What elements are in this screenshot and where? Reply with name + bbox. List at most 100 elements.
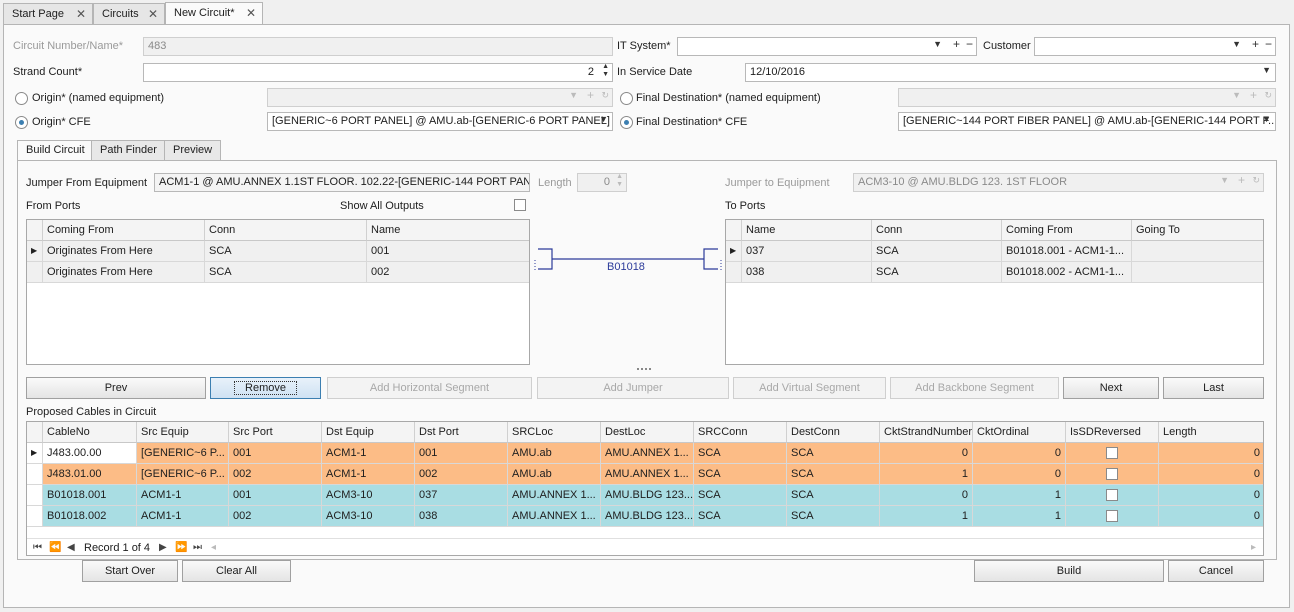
column-header[interactable]: Src Equip [137, 422, 229, 443]
jumper-to-select[interactable]: ACM3-10 @ AMU.BLDG 123. 1ST FLOOR ▼ + ↻ [853, 173, 1264, 192]
plus-icon[interactable]: + [1252, 38, 1259, 51]
table-cell[interactable]: ACM3-10 [322, 506, 415, 527]
table-cell[interactable]: J483.00.00 [43, 443, 137, 464]
destination-cfe-select[interactable]: [GENERIC~144 PORT FIBER PANEL] @ AMU.ab-… [898, 112, 1276, 131]
it-system-select[interactable]: ▼ + − [677, 37, 977, 56]
table-cell[interactable] [1132, 241, 1263, 262]
add-virtual-segment-button[interactable]: Add Virtual Segment [733, 377, 886, 399]
tab-start-page[interactable]: Start Page ✕ [3, 3, 93, 24]
table-row[interactable]: ▶ Originates From Here SCA 001 [27, 241, 529, 262]
column-header[interactable]: IsSDReversed [1066, 422, 1159, 443]
next-button[interactable]: Next [1063, 377, 1159, 399]
table-row[interactable]: 038 SCA B01018.002 - ACM1-1... [726, 262, 1263, 283]
table-cell[interactable]: AMU.ANNEX 1... [601, 464, 694, 485]
minus-icon[interactable]: − [1265, 38, 1272, 51]
tab-build-circuit[interactable]: Build Circuit [17, 140, 94, 161]
tab-preview[interactable]: Preview [164, 140, 222, 160]
table-row[interactable]: ▶ J483.00.00 [GENERIC~6 P... 001 ACM1-1 001 AM… [27, 443, 1263, 464]
table-cell[interactable]: [GENERIC~6 P... [137, 443, 229, 464]
column-header[interactable]: Conn [205, 220, 367, 241]
table-cell[interactable]: B01018.002 [43, 506, 137, 527]
table-cell[interactable]: 001 [367, 241, 529, 262]
table-cell[interactable]: B01018.002 - ACM1-1... [1002, 262, 1132, 283]
is-sd-reversed-checkbox[interactable] [1066, 506, 1159, 527]
is-sd-reversed-checkbox[interactable] [1066, 443, 1159, 464]
origin-named-select[interactable]: ▼ + ↻ [267, 88, 613, 107]
origin-cfe-select[interactable]: [GENERIC~6 PORT PANEL] @ AMU.ab-[GENERIC… [267, 112, 613, 131]
checkbox[interactable] [1106, 489, 1118, 502]
table-cell[interactable]: SCA [872, 262, 1002, 283]
table-cell[interactable]: AMU.BLDG 123... [601, 506, 694, 527]
table-cell[interactable]: B01018.001 - ACM1-1... [1002, 241, 1132, 262]
table-row[interactable]: Originates From Here SCA 002 [27, 262, 529, 283]
table-cell[interactable]: 037 [742, 241, 872, 262]
table-cell[interactable]: ACM1-1 [137, 485, 229, 506]
splitter-grip[interactable] [637, 368, 651, 370]
column-header[interactable]: CableNo [43, 422, 137, 443]
next-record-icon[interactable]: ▶ [159, 542, 167, 553]
table-cell[interactable]: 001 [415, 443, 508, 464]
in-service-date-picker[interactable]: 12/10/2016 ▼ [745, 63, 1276, 82]
column-header[interactable]: Conn [872, 220, 1002, 241]
is-sd-reversed-checkbox[interactable] [1066, 464, 1159, 485]
table-cell[interactable]: 0 [1159, 443, 1263, 464]
minus-icon[interactable]: − [966, 38, 973, 51]
checkbox[interactable] [1106, 510, 1118, 523]
table-cell[interactable]: SCA [694, 506, 787, 527]
scroll-right-icon[interactable]: ▸ [1251, 542, 1256, 553]
table-cell[interactable]: ACM1-1 [137, 506, 229, 527]
table-cell[interactable]: SCA [787, 506, 880, 527]
table-cell[interactable]: 1 [880, 506, 973, 527]
tab-path-finder[interactable]: Path Finder [91, 140, 166, 160]
build-button[interactable]: Build [974, 560, 1164, 582]
length-spinner[interactable]: 0 ▲ ▼ [577, 173, 627, 192]
last-record-icon[interactable]: ⏭ [193, 542, 202, 553]
connector-label[interactable]: B01018 [607, 261, 645, 273]
table-cell[interactable]: Originates From Here [43, 262, 205, 283]
table-cell[interactable]: 1 [973, 506, 1066, 527]
add-backbone-segment-button[interactable]: Add Backbone Segment [890, 377, 1059, 399]
table-cell[interactable]: J483.01.00 [43, 464, 137, 485]
column-header[interactable]: Going To [1132, 220, 1263, 241]
scroll-left-icon[interactable]: ◂ [211, 542, 216, 553]
table-cell[interactable]: 037 [415, 485, 508, 506]
last-button[interactable]: Last [1163, 377, 1264, 399]
table-cell[interactable]: 002 [415, 464, 508, 485]
start-over-button[interactable]: Start Over [82, 560, 178, 582]
prev-record-icon[interactable]: ◀ [67, 542, 75, 553]
table-cell[interactable]: AMU.BLDG 123... [601, 485, 694, 506]
close-icon[interactable]: ✕ [76, 7, 86, 21]
tab-circuits[interactable]: Circuits ✕ [93, 3, 165, 24]
table-cell[interactable]: 0 [1159, 485, 1263, 506]
jumper-from-field[interactable]: ACM1-1 @ AMU.ANNEX 1.1ST FLOOR. 102.22-[… [154, 173, 530, 192]
table-cell[interactable]: 001 [229, 485, 322, 506]
chevron-down-icon[interactable]: ▼ [1232, 39, 1241, 49]
table-cell[interactable]: SCA [205, 241, 367, 262]
table-cell[interactable]: AMU.ab [508, 443, 601, 464]
table-row[interactable]: J483.01.00 [GENERIC~6 P... 002 ACM1-1 002 AMU… [27, 464, 1263, 485]
table-cell[interactable]: ACM1-1 [322, 443, 415, 464]
origin-named-radio[interactable] [15, 92, 28, 105]
chevron-down-icon[interactable]: ▼ [1262, 114, 1271, 124]
column-header[interactable]: SRCConn [694, 422, 787, 443]
column-header[interactable]: DestConn [787, 422, 880, 443]
checkbox[interactable] [1106, 468, 1118, 481]
table-cell[interactable]: 1 [880, 464, 973, 485]
table-cell[interactable]: 038 [415, 506, 508, 527]
column-header[interactable]: Length [1159, 422, 1263, 443]
remove-button[interactable]: Remove [210, 377, 321, 399]
prev-page-icon[interactable]: ⏪ [49, 542, 61, 553]
destination-named-select[interactable]: ▼ + ↻ [898, 88, 1276, 107]
table-row[interactable]: ▶ 037 SCA B01018.001 - ACM1-1... [726, 241, 1263, 262]
close-icon[interactable]: ✕ [246, 6, 256, 20]
table-cell[interactable]: 0 [973, 464, 1066, 485]
add-jumper-button[interactable]: Add Jumper [537, 377, 729, 399]
circuit-number-field[interactable]: 483 [143, 37, 613, 56]
table-cell[interactable]: Originates From Here [43, 241, 205, 262]
table-cell[interactable]: AMU.ANNEX 1... [508, 485, 601, 506]
column-header[interactable]: SRCLoc [508, 422, 601, 443]
table-cell[interactable]: 001 [229, 443, 322, 464]
column-header[interactable]: Name [367, 220, 529, 241]
column-header[interactable]: Dst Equip [322, 422, 415, 443]
table-cell[interactable]: SCA [787, 443, 880, 464]
